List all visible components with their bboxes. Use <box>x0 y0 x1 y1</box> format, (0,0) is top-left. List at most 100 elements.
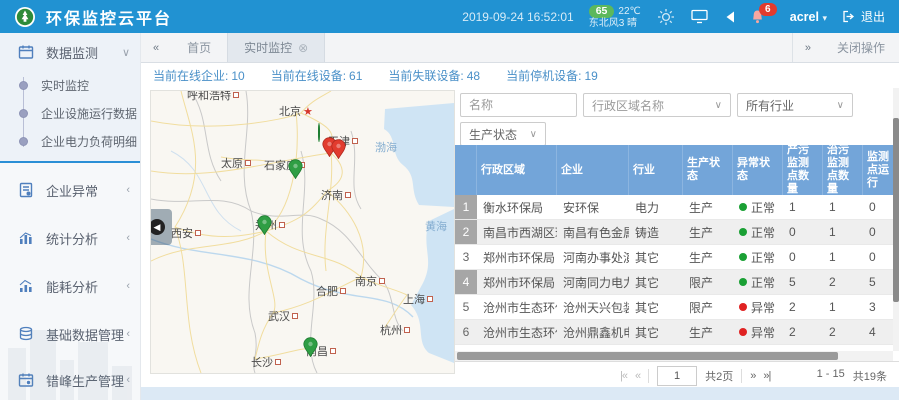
last-page-button[interactable]: »| <box>763 370 770 382</box>
tab-close-icon[interactable]: ⊗ <box>298 41 308 55</box>
sidebar-group-staggered-production[interactable]: 错峰生产管理 ‹ <box>0 361 140 399</box>
region-select[interactable]: 行政区域名称∨ <box>583 93 731 117</box>
cell-abnormal-status: 正常 <box>733 195 783 219</box>
table-row[interactable]: 5沧州市生态环保局沧州天兴包装制品其它限产异常213 <box>455 295 893 320</box>
cell-region: 郑州市环保局 <box>477 270 557 294</box>
vertical-scrollbar-thumb[interactable] <box>893 118 899 302</box>
city-square-icon <box>233 92 239 98</box>
cell-running-points: 0 <box>863 245 893 269</box>
cell-abnormal-status: 正常 <box>733 220 783 244</box>
cell-region: 南昌市西湖区环保局 <box>477 220 557 244</box>
col-treatment-points[interactable]: 治污监测点数量 <box>823 145 863 195</box>
table-row[interactable]: 3郑州市环保局河南办事处演示其它生产正常010 <box>455 245 893 270</box>
cell-production-status: 生产 <box>683 320 733 344</box>
col-company[interactable]: 企业 <box>557 145 629 195</box>
production-status-select[interactable]: 生产状态∨ <box>460 122 546 146</box>
cell-abnormal-status: 异常 <box>733 295 783 319</box>
chevron-collapsed-icon: ‹ <box>126 232 130 244</box>
col-running-points[interactable]: 监测点运行 <box>863 145 893 195</box>
monitor-icon[interactable] <box>691 9 708 24</box>
col-pollution-points[interactable]: 产污监测点数量 <box>783 145 823 195</box>
tabs-scroll-left-icon[interactable]: « <box>141 42 171 54</box>
map-marker-green-pin[interactable] <box>303 337 318 362</box>
map-marker-green-pin[interactable] <box>257 215 272 240</box>
sidebar-nav: 数据监测 ∨ 实时监控 企业设施运行数据 企业电力负荷明细 <box>0 33 141 400</box>
tab-realtime-monitoring[interactable]: 实时监控 ⊗ <box>227 33 325 62</box>
page-number-input[interactable] <box>657 366 697 386</box>
cell-region: 沧州市生态环保局 <box>477 295 557 319</box>
app-title: 环保监控云平台 <box>46 5 172 29</box>
name-search-input[interactable] <box>460 93 577 117</box>
sidebar-group-statistics[interactable]: 统计分析 ‹ <box>0 219 140 257</box>
prev-page-button[interactable]: « <box>635 370 640 382</box>
cell-abnormal-status: 异常 <box>733 320 783 344</box>
table-row[interactable]: 6沧州市生态环保局沧州鼎鑫机电设备其它生产异常224 <box>455 320 893 345</box>
pagination-bar: |« « 共2页 » »| 1 - 15 共19条 <box>455 361 899 389</box>
col-region[interactable]: 行政区域 <box>477 145 557 195</box>
filter-bar: 行政区域名称∨ 所有行业∨ 生产状态∨ <box>455 88 891 145</box>
aqi-badge: 65 <box>589 5 615 18</box>
tab-home[interactable]: 首页 <box>171 33 227 62</box>
close-operations-menu[interactable]: 关闭操作 <box>823 39 899 56</box>
table-row[interactable]: 1衡水环保局安环保电力生产正常110 <box>455 195 893 220</box>
platform-logo-icon <box>14 6 36 28</box>
city-square-icon <box>379 278 385 284</box>
city-square-icon <box>245 160 251 166</box>
sidebar-group-data-monitoring[interactable]: 数据监测 ∨ <box>0 33 140 71</box>
footer-strip <box>141 387 899 400</box>
city-square-icon <box>275 359 281 365</box>
chart-icon <box>18 278 34 294</box>
sidebar-group-base-data[interactable]: 基础数据管理 ‹ <box>0 315 140 353</box>
table-row[interactable]: 2南昌市西湖区环保局南昌有色金属有限铸造生产正常010 <box>455 220 893 245</box>
col-production-status[interactable]: 生产状态 <box>683 145 733 195</box>
chevron-collapsed-icon: ‹ <box>126 184 130 196</box>
table-body: 1衡水环保局安环保电力生产正常1102南昌市西湖区环保局南昌有色金属有限铸造生产… <box>455 195 893 351</box>
sidebar-group-label: 数据监测 <box>46 43 98 62</box>
sidebar-group-energy-analysis[interactable]: 能耗分析 ‹ <box>0 267 140 305</box>
panel-collapse-toggle[interactable]: ◀ <box>150 209 172 245</box>
next-page-button[interactable]: » <box>750 370 755 382</box>
enterprise-list-panel: 行政区域名称∨ 所有行业∨ 生产状态∨ 行政区域企业行业生产状态异常状态产污监测… <box>455 88 899 388</box>
map-marker-red-pin[interactable] <box>331 139 346 164</box>
cell-industry: 其它 <box>629 245 683 269</box>
industry-select[interactable]: 所有行业∨ <box>737 93 853 117</box>
china-map[interactable]: ◀ 渤海黄海呼和浩特北京★天津太原石家庄济南西安郑州南京合肥上海武汉杭州长沙南昌 <box>150 90 455 374</box>
cell-running-points: 0 <box>863 220 893 244</box>
notification-bell[interactable]: 6 <box>750 9 765 25</box>
vertical-scrollbar <box>893 88 899 351</box>
record-range-label: 1 - 15 <box>817 368 845 384</box>
user-menu[interactable]: acrel ▾ <box>790 10 827 24</box>
sidebar-item-facility-data[interactable]: 企业设施运行数据 <box>0 99 140 127</box>
status-dot-normal <box>739 278 747 286</box>
map-marker-green-pin[interactable] <box>288 159 303 184</box>
chevron-down-icon: ∨ <box>837 100 844 111</box>
cell-industry: 其它 <box>629 295 683 319</box>
status-dot-abnormal <box>739 328 747 336</box>
sidebar-group-enterprise-abnormal[interactable]: 企业异常 ‹ <box>0 171 140 209</box>
col-industry[interactable]: 行业 <box>629 145 683 195</box>
city-label-合肥: 合肥 <box>316 283 346 299</box>
cell-running-points: 0 <box>863 195 893 219</box>
chevron-left-icon: ◀ <box>150 219 165 235</box>
map-marker-green-dot[interactable] <box>318 124 320 142</box>
horizontal-scrollbar-thumb[interactable] <box>457 352 838 360</box>
cell-pollution-points: 0 <box>783 220 823 244</box>
tabs-scroll-right-icon[interactable]: » <box>793 42 823 54</box>
chevron-down-icon: ∨ <box>530 129 537 140</box>
bullet-icon <box>19 81 28 90</box>
cell-abnormal-status: 正常 <box>733 245 783 269</box>
city-square-icon <box>279 222 285 228</box>
sound-icon[interactable] <box>723 11 735 23</box>
table-row[interactable]: 4郑州市环保局河南同力电力设备其它限产正常525 <box>455 270 893 295</box>
city-square-icon <box>330 348 336 354</box>
cell-industry: 其它 <box>629 320 683 344</box>
weather-sun-icon <box>656 7 676 27</box>
row-number: 4 <box>455 270 477 294</box>
sidebar-item-realtime-monitoring[interactable]: 实时监控 <box>0 71 140 99</box>
first-page-button[interactable]: |« <box>620 370 627 382</box>
status-dot-normal <box>739 228 747 236</box>
row-number: 2 <box>455 220 477 244</box>
logout-button[interactable]: 退出 <box>842 8 885 25</box>
col-abnormal-status[interactable]: 异常状态 <box>733 145 783 195</box>
sidebar-item-power-load-detail[interactable]: 企业电力负荷明细 <box>0 127 140 155</box>
